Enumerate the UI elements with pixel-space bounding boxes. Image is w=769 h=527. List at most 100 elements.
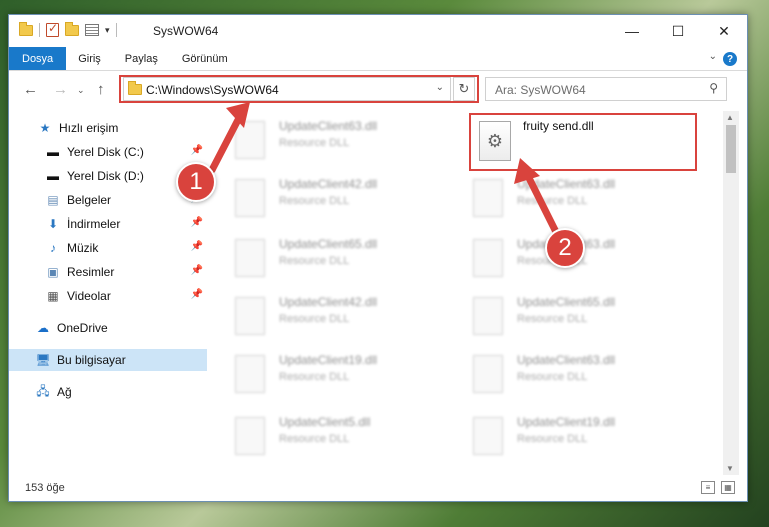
separator (115, 23, 117, 37)
drive-icon: ▬ (47, 169, 59, 183)
sidebar-item-label: Müzik (67, 241, 99, 255)
recent-locations-icon[interactable]: ⌄ (77, 85, 85, 96)
pin-icon[interactable]: 📌 (191, 145, 203, 156)
dll-file-icon (473, 417, 503, 455)
file-item[interactable]: UpdateClient63.dll Resource DLL (229, 115, 449, 165)
file-type: Resource DLL (279, 433, 350, 445)
details-view-icon[interactable]: ≡ (701, 481, 715, 494)
ribbon-tabs: Dosya Giriş Paylaş Görünüm ⌄ ? (9, 47, 747, 71)
help-button[interactable]: ? (723, 52, 737, 66)
videos-icon: ▦ (47, 289, 59, 303)
vertical-scrollbar[interactable]: ▲ ▼ (723, 111, 739, 475)
maximize-button[interactable]: ☐ (655, 15, 701, 47)
file-name: UpdateClient5.dll (279, 415, 371, 429)
sidebar-item-label: Videolar (67, 289, 111, 303)
scroll-thumb[interactable] (726, 125, 736, 173)
cloud-icon: ☁ (37, 321, 49, 335)
file-item[interactable]: UpdateClient65.dll Resource DLL (467, 291, 687, 341)
documents-icon: ▤ (47, 193, 59, 207)
search-icon[interactable]: ⚲ (709, 81, 718, 95)
music-icon: ♪ (50, 241, 56, 255)
explorer-window: ▾ SysWOW64 — ☐ ✕ Dosya Giriş Paylaş Görü… (8, 14, 748, 502)
sidebar-item-documents[interactable]: ▤ Belgeler 📌 (9, 189, 207, 211)
address-highlight-box (119, 75, 479, 103)
file-name: UpdateClient42.dll (279, 295, 378, 309)
sidebar-item-videos[interactable]: ▦ Videolar 📌 (9, 285, 207, 307)
pin-icon[interactable]: 📌 (191, 241, 203, 252)
dll-file-icon (473, 179, 503, 217)
scroll-up-icon[interactable]: ▲ (726, 113, 734, 122)
pin-icon[interactable]: 📌 (191, 265, 203, 276)
sidebar-item-network[interactable]: 🖧 Ağ (9, 381, 207, 403)
file-item[interactable]: UpdateClient63.dll Resource DLL (467, 349, 687, 399)
sidebar-item-label: İndirmeler (67, 217, 121, 231)
forward-button[interactable]: → (53, 81, 68, 98)
dll-file-icon (473, 297, 503, 335)
sidebar-item-onedrive[interactable]: ☁ OneDrive (9, 317, 207, 339)
file-item[interactable]: UpdateClient42.dll Resource DLL (229, 291, 449, 341)
file-type: Resource DLL (517, 195, 588, 207)
status-bar: 153 öğe ≡ ▦ (9, 475, 747, 501)
download-icon: ⬇ (47, 217, 59, 231)
search-box[interactable]: Ara: SysWOW64 ⚲ (485, 77, 727, 101)
file-type: Resource DLL (279, 371, 350, 383)
search-placeholder[interactable]: Ara: SysWOW64 (495, 83, 586, 97)
file-item[interactable]: UpdateClient65.dll Resource DLL (229, 233, 449, 283)
file-name: UpdateClient42.dll (279, 177, 378, 191)
file-item[interactable]: UpdateClient42.dll Resource DLL (229, 173, 449, 223)
separator (39, 23, 40, 37)
drive-icon: ▬ (47, 145, 59, 159)
sidebar-item-music[interactable]: ♪ Müzik 📌 (9, 237, 207, 259)
tab-home[interactable]: Giriş (66, 47, 113, 70)
tab-share[interactable]: Paylaş (113, 47, 170, 70)
sidebar-item-label: Resimler (67, 265, 115, 279)
sidebar-item-quick-access[interactable]: ★ Hızlı erişim (9, 117, 207, 139)
dll-file-icon (235, 297, 265, 335)
minimize-button[interactable]: — (609, 15, 655, 47)
title-bar: ▾ SysWOW64 — ☐ ✕ (9, 15, 747, 47)
tab-file[interactable]: Dosya (9, 47, 67, 70)
file-name: UpdateClient19.dll (279, 353, 378, 367)
new-folder-icon[interactable] (65, 21, 79, 36)
properties-check-icon[interactable] (46, 21, 59, 37)
sidebar-item-this-pc[interactable]: 🖥 Bu bilgisayar (9, 349, 207, 371)
back-button[interactable]: ← (23, 81, 38, 98)
scroll-down-icon[interactable]: ▼ (726, 464, 734, 473)
sidebar-item-label: Hızlı erişim (59, 121, 119, 135)
sidebar-item-label: OneDrive (57, 321, 108, 335)
properties-icon[interactable] (85, 24, 99, 36)
sidebar-item-label: Belgeler (67, 193, 112, 207)
file-item[interactable]: UpdateClient63.dll Resource DLL (467, 173, 687, 223)
folder-icon (19, 21, 33, 36)
sidebar-item-label: Yerel Disk (D:) (67, 169, 144, 183)
file-name: UpdateClient19.dll (517, 415, 616, 429)
up-button[interactable]: ↑ (97, 81, 105, 98)
tab-view[interactable]: Görünüm (170, 47, 240, 70)
quick-access-toolbar: ▾ (19, 21, 117, 37)
star-icon: ★ (39, 121, 51, 135)
file-item[interactable]: UpdateClient19.dll Resource DLL (229, 349, 449, 399)
large-icons-view-icon[interactable]: ▦ (721, 481, 735, 494)
file-item[interactable]: UpdateClient19.dll Resource DLL (467, 411, 687, 461)
file-type: Resource DLL (279, 313, 350, 325)
sidebar-item-drive-c[interactable]: ▬ Yerel Disk (C:) 📌 (9, 141, 207, 163)
pin-icon[interactable]: 📌 (191, 217, 203, 228)
ribbon-expand-icon[interactable]: ⌄ (709, 51, 717, 62)
dll-file-icon (473, 355, 503, 393)
file-item[interactable]: UpdateClient5.dll Resource DLL (229, 411, 449, 461)
pictures-icon: ▣ (47, 265, 59, 279)
file-name: UpdateClient63.dll (517, 177, 616, 191)
file-name: UpdateClient63.dll (517, 353, 616, 367)
window-title: SysWOW64 (153, 24, 219, 38)
network-icon: 🖧 (36, 383, 50, 398)
close-button[interactable]: ✕ (701, 15, 747, 47)
file-name: UpdateClient65.dll (517, 295, 616, 309)
sidebar-item-pictures[interactable]: ▣ Resimler 📌 (9, 261, 207, 283)
customize-dropdown-icon[interactable]: ▾ (105, 25, 110, 36)
file-type: Resource DLL (279, 195, 350, 207)
file-type: Resource DLL (517, 371, 588, 383)
navigation-pane: ★ Hızlı erişim ▬ Yerel Disk (C:) 📌 ▬ Yer… (9, 111, 207, 475)
pin-icon[interactable]: 📌 (191, 289, 203, 300)
sidebar-item-downloads[interactable]: ⬇ İndirmeler 📌 (9, 213, 207, 235)
file-name: UpdateClient65.dll (279, 237, 378, 251)
